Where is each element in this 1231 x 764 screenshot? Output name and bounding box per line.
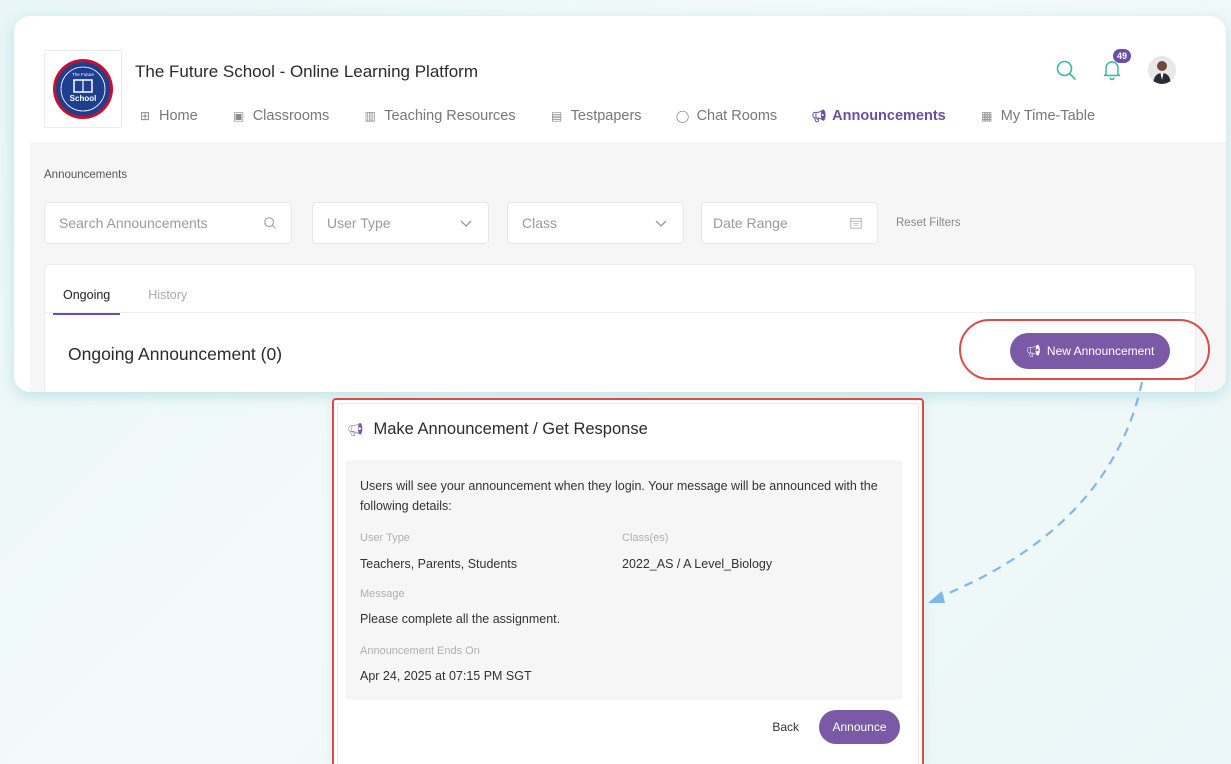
nav-my-time-table[interactable]: ▦ My Time-Table xyxy=(980,108,1095,124)
logo-emblem: School The Future xyxy=(53,59,113,119)
tab-bar: Ongoing History xyxy=(53,265,215,315)
chevron-down-icon xyxy=(460,220,472,227)
calendar-icon: ▦ xyxy=(981,109,993,123)
header-actions: 49 xyxy=(1054,49,1176,84)
nav-home[interactable]: ⊞ Home xyxy=(138,108,198,124)
new-announcement-button[interactable]: 📢︎ New Announcement xyxy=(1010,333,1170,369)
app-title: The Future School - Online Learning Plat… xyxy=(135,62,479,81)
school-logo: School The Future xyxy=(44,50,122,128)
notification-badge: 49 xyxy=(1113,49,1132,63)
avatar[interactable] xyxy=(1148,56,1176,84)
announce-button[interactable]: Announce xyxy=(819,710,900,744)
tab-history[interactable]: History xyxy=(138,265,197,313)
logo-text: School xyxy=(70,94,97,103)
classroom-icon: ▣ xyxy=(233,109,245,123)
class-value: 2022_AS / A Level_Biology xyxy=(622,557,773,571)
reset-filters-button[interactable]: Reset Filters xyxy=(896,217,961,229)
user-type-value: Teachers, Parents, Students xyxy=(360,557,518,571)
tab-ongoing[interactable]: Ongoing xyxy=(53,265,121,315)
nav-chat-rooms[interactable]: ◯ Chat Rooms xyxy=(675,108,778,124)
nav-label: Teaching Resources xyxy=(384,108,516,124)
date-range-label: Date Range xyxy=(713,215,788,231)
megaphone-icon: 📢︎ xyxy=(811,109,827,123)
breadcrumb: Announcements xyxy=(44,169,128,181)
logo-arc-text: The Future xyxy=(72,72,95,77)
content-area: Announcements User Type Class Date Range xyxy=(30,142,1226,392)
user-type-label: User Type xyxy=(360,532,410,544)
nav-label: Chat Rooms xyxy=(696,108,778,124)
search-field[interactable] xyxy=(44,202,292,244)
search-input[interactable] xyxy=(59,215,219,231)
class-label: Class xyxy=(522,215,558,231)
modal-actions: Back Announce xyxy=(772,710,900,744)
testpaper-icon: ▤ xyxy=(550,109,563,123)
ongoing-heading: Ongoing Announcement (0) xyxy=(68,344,283,364)
grid-icon: ⊞ xyxy=(139,109,151,123)
nav-label: Home xyxy=(159,108,198,124)
message-label: Message xyxy=(360,588,405,600)
class-select[interactable]: Class xyxy=(507,202,684,244)
search-icon xyxy=(264,217,276,229)
date-range-picker[interactable]: Date Range xyxy=(701,202,878,244)
modal-intro: Users will see your announcement when th… xyxy=(360,479,878,513)
class-label: Class(es) xyxy=(622,532,669,544)
chevron-down-icon xyxy=(655,220,667,227)
announcement-details: Users will see your announcement when th… xyxy=(346,460,902,700)
search-icon[interactable] xyxy=(1054,58,1078,82)
calendar-icon xyxy=(850,218,862,229)
back-button[interactable]: Back xyxy=(772,720,799,734)
user-type-label: User Type xyxy=(327,215,391,231)
ends-value: Apr 24, 2025 at 07:15 PM SGT xyxy=(360,669,532,683)
main-nav: ⊞ Home ▣ Classrooms ▥ Teaching Resources… xyxy=(138,108,1129,124)
user-type-select[interactable]: User Type xyxy=(312,202,489,244)
notifications-button[interactable]: 49 xyxy=(1100,49,1132,83)
announcements-panel: Ongoing History Ongoing Announcement (0)… xyxy=(44,264,1196,392)
nav-label: My Time-Table xyxy=(1000,108,1096,124)
announcement-modal: 📢︎ Make Announcement / Get Response User… xyxy=(332,398,924,764)
chat-icon: ◯ xyxy=(675,109,690,123)
nav-testpapers[interactable]: ▤ Testpapers xyxy=(550,108,642,124)
book-icon: ▥ xyxy=(364,109,376,123)
nav-label: Testpapers xyxy=(570,108,642,124)
nav-teaching-resources[interactable]: ▥ Teaching Resources xyxy=(363,108,516,124)
nav-classrooms[interactable]: ▣ Classrooms xyxy=(232,108,330,124)
main-window: School The Future The Future School - On… xyxy=(14,16,1226,392)
nav-label: Classrooms xyxy=(252,108,330,124)
megaphone-icon: 📢︎ xyxy=(1025,344,1041,358)
megaphone-icon: 📢︎ xyxy=(347,421,364,437)
nav-label: Announcements xyxy=(832,108,946,124)
modal-title-text: Make Announcement / Get Response xyxy=(373,420,648,438)
ends-label: Announcement Ends On xyxy=(360,645,480,657)
tab-divider xyxy=(45,312,1195,313)
modal-title: 📢︎ Make Announcement / Get Response xyxy=(347,420,648,439)
nav-announcements[interactable]: 📢︎ Announcements xyxy=(811,108,946,124)
new-announcement-label: New Announcement xyxy=(1046,344,1155,358)
user-photo xyxy=(1153,61,1171,84)
message-value: Please complete all the assignment. xyxy=(360,612,561,626)
